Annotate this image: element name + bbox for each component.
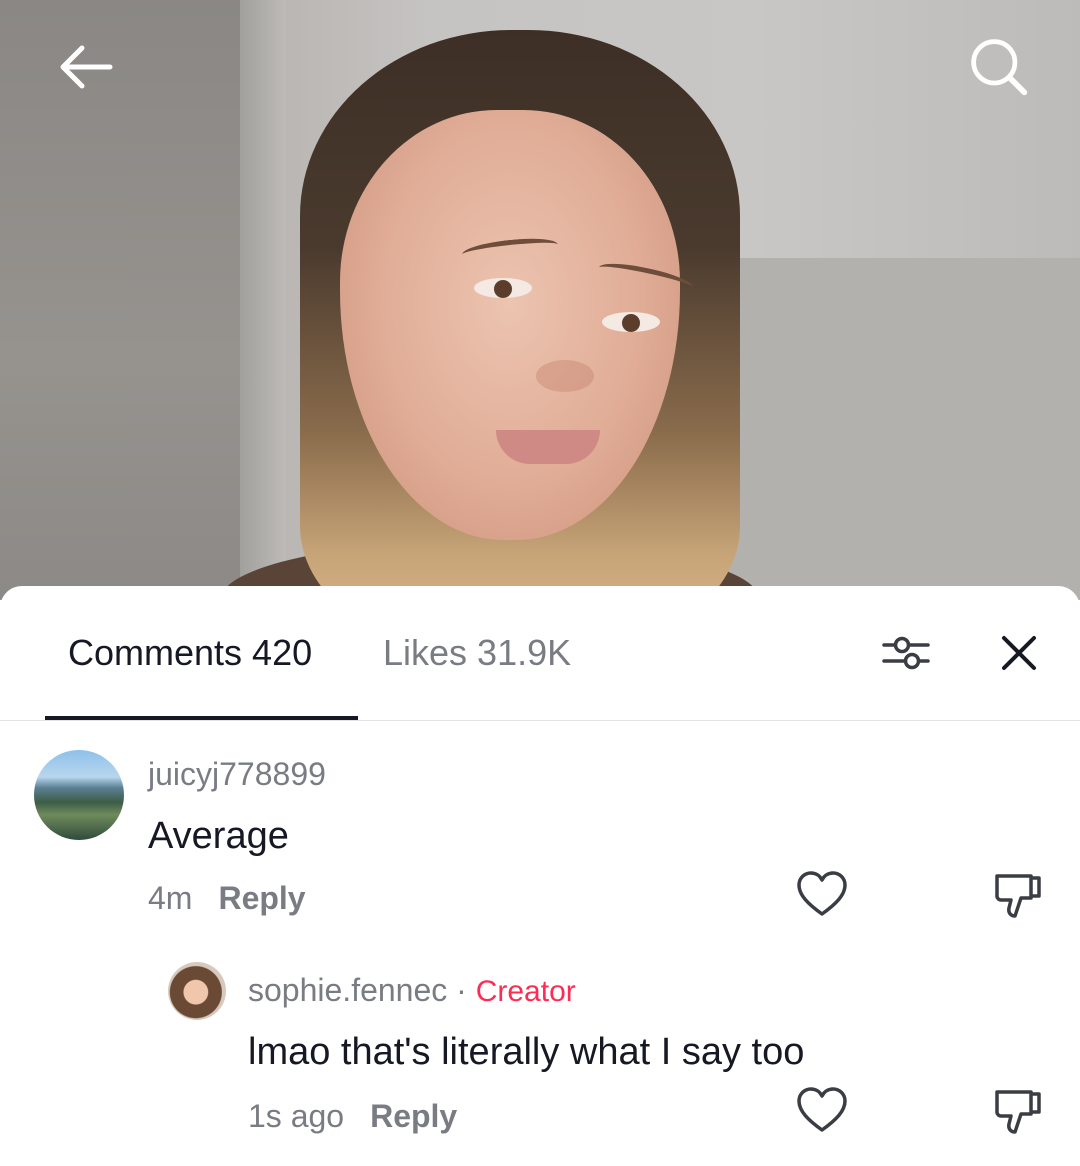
reply-timestamp: 1s ago: [248, 1098, 345, 1134]
avatar[interactable]: [168, 962, 226, 1020]
avatar[interactable]: [34, 750, 124, 840]
divider: [0, 720, 1080, 721]
heart-icon[interactable]: [794, 1084, 850, 1136]
reply-username-line: sophie.fennec · Creator: [248, 970, 576, 1012]
reply-text: lmao that's literally what I say too: [248, 1031, 805, 1073]
reply-username[interactable]: sophie.fennec: [248, 972, 447, 1008]
comment-timestamp: 4m: [148, 880, 193, 916]
comments-panel: Comments 420 Likes 31.9K juicyj778899 Av…: [0, 586, 1080, 1166]
comment-text: Average: [148, 815, 289, 857]
comment-username[interactable]: juicyj778899: [148, 754, 326, 794]
video-person-eye-left: [474, 278, 532, 298]
heart-icon[interactable]: [794, 868, 850, 920]
separator-dot: ·: [456, 972, 467, 1008]
comment-meta: 4m Reply: [148, 878, 306, 918]
reply-meta: 1s ago Reply: [248, 1096, 457, 1136]
background-wall: [0, 0, 250, 600]
filter-sliders-icon[interactable]: [876, 628, 936, 678]
tab-comments[interactable]: Comments 420: [68, 630, 312, 676]
background-wall-right: [720, 258, 1080, 600]
creator-badge: Creator: [475, 975, 576, 1008]
search-icon[interactable]: [968, 36, 1030, 98]
video-player[interactable]: [0, 0, 1080, 600]
reply-button[interactable]: Reply: [370, 1098, 457, 1134]
background-wall-edge: [240, 0, 286, 600]
close-icon[interactable]: [992, 628, 1046, 678]
thumbs-down-icon[interactable]: [990, 868, 1046, 924]
video-person-eye-right: [602, 312, 660, 332]
arrow-left-icon[interactable]: [55, 36, 117, 98]
thumbs-down-icon[interactable]: [990, 1084, 1046, 1140]
video-person-nose: [536, 360, 594, 392]
reply-button[interactable]: Reply: [218, 880, 305, 916]
tab-likes[interactable]: Likes 31.9K: [383, 630, 571, 676]
